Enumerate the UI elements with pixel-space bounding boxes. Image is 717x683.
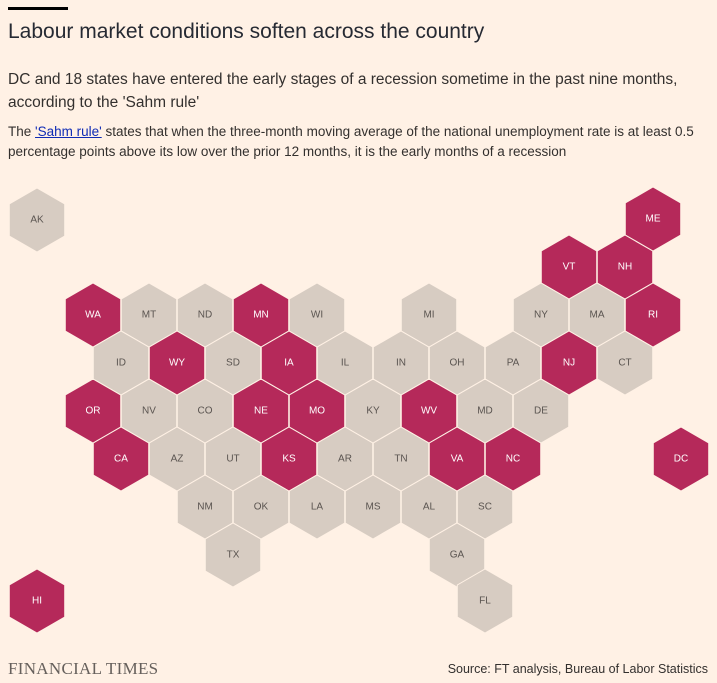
state-label: MS bbox=[366, 502, 381, 513]
state-label: NC bbox=[506, 454, 520, 465]
state-label: AL bbox=[423, 502, 436, 513]
state-label: CA bbox=[114, 454, 128, 465]
state-label: DE bbox=[534, 406, 548, 417]
state-label: IA bbox=[284, 358, 294, 369]
state-label: LA bbox=[311, 502, 324, 513]
state-label: FL bbox=[479, 596, 491, 607]
state-hex-dc: DC bbox=[652, 426, 710, 492]
state-label: CO bbox=[198, 406, 213, 417]
state-label: WA bbox=[85, 310, 101, 321]
state-label: MT bbox=[142, 310, 156, 321]
source-note: Source: FT analysis, Bureau of Labor Sta… bbox=[447, 662, 708, 676]
state-label: KY bbox=[366, 406, 380, 417]
brand-logo: FINANCIAL TIMES bbox=[8, 659, 159, 678]
state-label: NE bbox=[254, 406, 268, 417]
state-label: ND bbox=[198, 310, 212, 321]
state-label: IL bbox=[341, 358, 350, 369]
state-label: TN bbox=[394, 454, 407, 465]
state-label: TX bbox=[227, 550, 240, 561]
state-label: SC bbox=[478, 502, 492, 513]
state-label: NM bbox=[197, 502, 213, 513]
state-label: GA bbox=[450, 550, 465, 561]
state-label: HI bbox=[32, 596, 42, 607]
state-label: MD bbox=[477, 406, 493, 417]
state-label: PA bbox=[507, 358, 520, 369]
state-label: RI bbox=[648, 310, 658, 321]
hex-map: AK ME VT NH WA MT ND MN WI MI NY MA RI ID WY SD IA IL IN OH… bbox=[8, 186, 710, 634]
state-label: MI bbox=[423, 310, 434, 321]
state-label: OK bbox=[254, 502, 269, 513]
state-label: KS bbox=[282, 454, 296, 465]
state-label: WI bbox=[311, 310, 323, 321]
state-label: AZ bbox=[171, 454, 184, 465]
state-label: WV bbox=[421, 406, 437, 417]
state-label: AK bbox=[30, 215, 44, 226]
state-label: NV bbox=[142, 406, 156, 417]
state-label: OR bbox=[86, 406, 101, 417]
state-label: AR bbox=[338, 454, 352, 465]
state-label: MN bbox=[253, 310, 269, 321]
state-label: NJ bbox=[563, 358, 575, 369]
state-label: SD bbox=[226, 358, 240, 369]
state-label: CT bbox=[618, 358, 631, 369]
state-label: ME bbox=[646, 214, 661, 225]
state-label: OH bbox=[450, 358, 465, 369]
state-label: ID bbox=[116, 358, 126, 369]
state-label: NH bbox=[618, 262, 632, 273]
state-label: NY bbox=[534, 310, 548, 321]
state-label: DC bbox=[674, 454, 688, 465]
state-label: MO bbox=[309, 406, 325, 417]
state-hex-hi: HI bbox=[8, 568, 66, 634]
state-label: VT bbox=[563, 262, 576, 273]
state-label: UT bbox=[226, 454, 239, 465]
state-label: IN bbox=[396, 358, 406, 369]
state-label: MA bbox=[590, 310, 605, 321]
state-label: WY bbox=[169, 358, 185, 369]
state-label: VA bbox=[451, 454, 464, 465]
state-hex-ak: AK bbox=[8, 187, 66, 253]
